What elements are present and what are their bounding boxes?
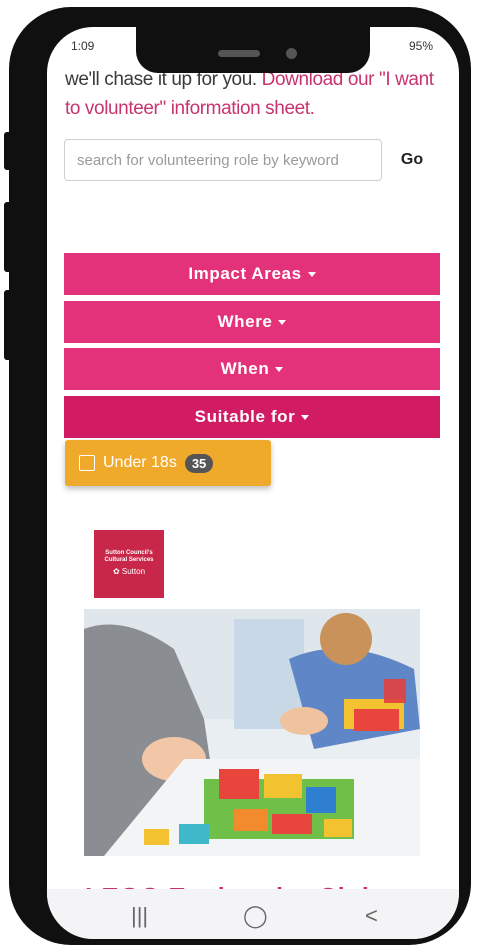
when-label: When <box>220 359 270 378</box>
children-building-lego-image <box>84 609 420 856</box>
where-label: Where <box>217 312 273 331</box>
phone-frame: 1:09 95% we'll chase it up for you. Down… <box>9 7 471 945</box>
home-icon[interactable]: ◯ <box>243 903 268 929</box>
logo-emblem: ✿ Sutton <box>112 567 146 576</box>
caret-down-icon <box>278 319 287 325</box>
when-dropdown[interactable]: When <box>64 348 440 390</box>
android-nav-bar: ||| ◯ < <box>47 889 459 939</box>
under-18s-label: Under 18s <box>103 454 177 471</box>
suitable-for-dropdown[interactable]: Suitable for <box>64 396 440 438</box>
search-input[interactable] <box>64 139 382 181</box>
go-button[interactable]: Go <box>390 139 434 181</box>
where-dropdown[interactable]: Where <box>64 301 440 343</box>
organisation-logo[interactable]: Sutton Council's Cultural Services ✿ Sut… <box>94 530 164 598</box>
front-camera <box>286 48 297 59</box>
intro-text: we'll chase it up for you. Download our … <box>65 65 445 123</box>
speaker <box>218 50 260 57</box>
caret-down-icon <box>275 366 284 372</box>
checkbox-icon[interactable] <box>79 455 95 471</box>
status-time: 1:09 <box>71 39 95 53</box>
impact-areas-dropdown[interactable]: Impact Areas <box>64 253 440 295</box>
listing-photo[interactable] <box>84 609 420 856</box>
under-18s-filter[interactable]: Under 18s 35 <box>65 440 271 486</box>
count-badge: 35 <box>184 453 214 473</box>
impact-areas-label: Impact Areas <box>188 264 302 283</box>
recent-apps-icon[interactable]: ||| <box>131 903 148 929</box>
caret-down-icon <box>301 414 310 420</box>
search-bar: Go <box>64 139 426 183</box>
logo-name: Sutton <box>121 567 146 576</box>
phone-screen: 1:09 95% we'll chase it up for you. Down… <box>47 27 459 939</box>
caret-down-icon <box>307 271 316 277</box>
suitable-for-label: Suitable for <box>194 407 296 426</box>
back-icon[interactable]: < <box>365 903 378 929</box>
logo-line-1: Sutton Council's <box>105 550 153 556</box>
logo-line-2: Cultural Services <box>104 557 154 563</box>
phone-notch <box>136 27 370 73</box>
status-battery: 95% <box>409 39 434 53</box>
